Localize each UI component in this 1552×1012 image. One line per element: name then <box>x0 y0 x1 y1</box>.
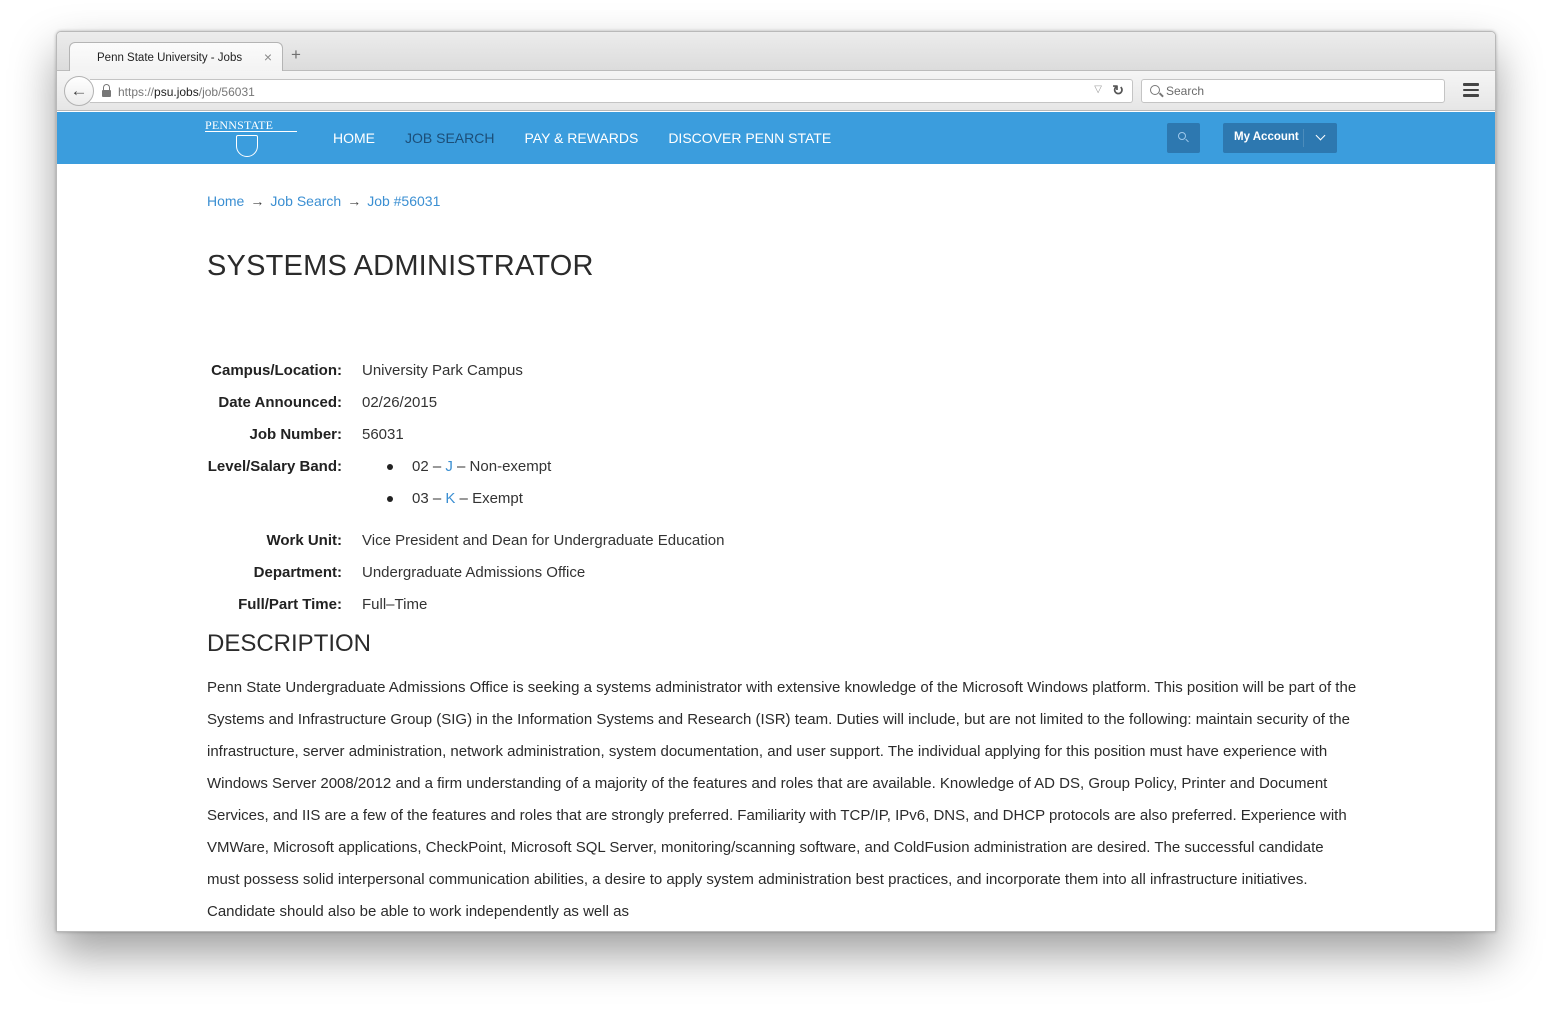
breadcrumb-arrow-icon: → <box>250 193 265 209</box>
my-account-label: My Account <box>1234 131 1299 143</box>
breadcrumb: Home → Job Search → Job #56031 <box>207 193 440 209</box>
browser-tab[interactable]: Penn State University - Jobs × <box>69 42 283 72</box>
hamburger-menu-icon[interactable] <box>1463 83 1479 97</box>
header-search-button[interactable] <box>1167 123 1200 153</box>
my-account-button[interactable]: My Account <box>1223 123 1337 153</box>
detail-salary-band: Level/Salary Band: 02 – J – Non-exempt 0… <box>207 458 1367 532</box>
breadcrumb-job-search[interactable]: Job Search <box>270 193 341 209</box>
description-text: Penn State Undergraduate Admissions Offi… <box>207 679 1357 920</box>
site-header: PENNSTATE HOME JOB SEARCH PAY & REWARDS … <box>57 112 1495 164</box>
nav-pay-rewards[interactable]: PAY & REWARDS <box>524 130 638 146</box>
date-value: 02/26/2015 <box>362 394 438 411</box>
campus-label: Campus/Location: <box>211 362 342 379</box>
department-label: Department: <box>253 564 342 581</box>
campus-value: University Park Campus <box>362 362 523 379</box>
browser-window: Penn State University - Jobs × + https:/… <box>56 31 1496 932</box>
department-value: Undergraduate Admissions Office <box>362 564 586 581</box>
salary-band-list: 02 – J – Non-exempt 03 – K – Exempt <box>362 458 551 522</box>
breadcrumb-job[interactable]: Job #56031 <box>367 193 440 209</box>
browser-toolbar: https://psu.jobs/job/56031 ▽ ↻ ← <box>57 71 1495 111</box>
work-unit-label: Work Unit: <box>266 532 342 549</box>
detail-campus: Campus/Location: University Park Campus <box>207 362 1367 394</box>
nav-home[interactable]: HOME <box>333 130 375 146</box>
breadcrumb-arrow-icon: → <box>347 193 362 209</box>
main-nav: HOME JOB SEARCH PAY & REWARDS DISCOVER P… <box>333 130 861 146</box>
url-dropdown-icon[interactable]: ▽ <box>1094 84 1102 95</box>
job-number-label: Job Number: <box>249 426 342 443</box>
address-bar[interactable]: https://psu.jobs/job/56031 ▽ ↻ <box>90 79 1133 103</box>
grade-link-j[interactable]: J <box>445 458 453 475</box>
tab-close-icon[interactable]: × <box>264 49 272 65</box>
breadcrumb-home[interactable]: Home <box>207 193 244 209</box>
job-number-value: 56031 <box>362 426 404 443</box>
back-button[interactable]: ← <box>64 76 94 106</box>
back-arrow-icon: ← <box>70 81 88 100</box>
penn-state-logo[interactable]: PENNSTATE <box>205 118 300 158</box>
date-label: Date Announced: <box>218 394 342 411</box>
nav-job-search[interactable]: JOB SEARCH <box>405 130 494 146</box>
url-text[interactable]: https://psu.jobs/job/56031 <box>118 85 255 99</box>
browser-search-input[interactable] <box>1166 83 1436 99</box>
detail-date: Date Announced: 02/26/2015 <box>207 394 1367 426</box>
detail-work-unit: Work Unit: Vice President and Dean for U… <box>207 532 1367 564</box>
search-icon <box>1150 85 1160 95</box>
grade-link-k[interactable]: K <box>445 490 455 507</box>
description-heading: DESCRIPTION <box>207 630 372 657</box>
full-part-time-label: Full/Part Time: <box>238 596 342 613</box>
reload-icon[interactable]: ↻ <box>1112 82 1124 99</box>
list-item: 03 – K – Exempt <box>362 490 551 522</box>
salary-band-label: Level/Salary Band: <box>207 458 342 475</box>
work-unit-value: Vice President and Dean for Undergraduat… <box>362 532 725 549</box>
detail-full-part-time: Full/Part Time: Full–Time <box>207 596 1367 628</box>
chevron-down-icon <box>1315 130 1326 141</box>
shield-icon <box>236 135 258 157</box>
detail-department: Department: Undergraduate Admissions Off… <box>207 564 1367 596</box>
tab-title: Penn State University - Jobs <box>97 52 243 64</box>
detail-job-number: Job Number: 56031 <box>207 426 1367 458</box>
new-tab-icon[interactable]: + <box>291 46 301 63</box>
lock-icon <box>102 84 111 98</box>
page-title: SYSTEMS ADMINISTRATOR <box>207 250 594 282</box>
tab-strip: Penn State University - Jobs × + <box>57 32 1495 72</box>
full-part-time-value: Full–Time <box>362 596 428 613</box>
list-item: 02 – J – Non-exempt <box>362 458 551 490</box>
browser-search[interactable] <box>1141 79 1445 103</box>
nav-discover-penn-state[interactable]: DISCOVER PENN STATE <box>668 130 831 146</box>
search-icon <box>1178 132 1186 140</box>
